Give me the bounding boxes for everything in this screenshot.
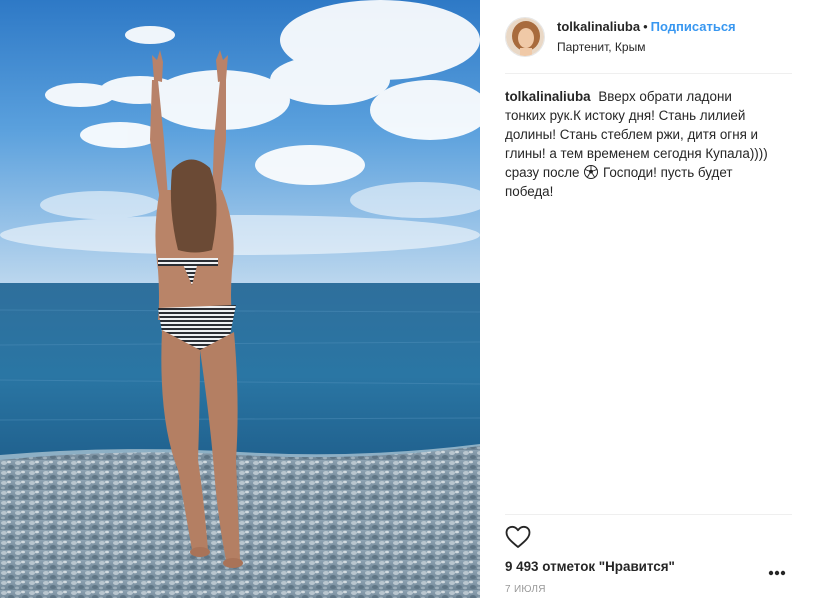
post-date[interactable]: 7 июля	[505, 584, 546, 595]
header-line: tolkalinaliuba • Подписаться	[557, 18, 736, 36]
more-options-icon[interactable]	[768, 570, 786, 576]
post-photo[interactable]	[0, 0, 480, 598]
location-link[interactable]: Партенит, Крым	[557, 39, 736, 55]
beach-photo-image	[0, 0, 480, 598]
post-caption: tolkalinaliuba Вверх обрати ладони тонки…	[505, 87, 775, 201]
avatar[interactable]	[505, 16, 545, 57]
header-text: tolkalinaliuba • Подписаться Партенит, Кры…	[557, 18, 736, 55]
post-header: tolkalinaliuba • Подписаться Партенит, Кры…	[505, 0, 792, 74]
heart-outline-icon[interactable]	[505, 525, 531, 549]
post-actions: 9 493 отметок "Нравится" 7 июля	[505, 514, 792, 598]
follow-button[interactable]: Подписаться	[651, 19, 736, 34]
caption-username-link[interactable]: tolkalinaliuba	[505, 89, 591, 104]
instagram-post: tolkalinaliuba • Подписаться Партенит, Кры…	[0, 0, 814, 598]
separator-dot: •	[643, 19, 648, 34]
avatar-image	[506, 17, 544, 56]
post-sidebar: tolkalinaliuba • Подписаться Партенит, Кры…	[480, 0, 814, 598]
username-link[interactable]: tolkalinaliuba	[557, 19, 640, 34]
soccer-ball-icon	[584, 165, 599, 179]
likes-count[interactable]: 9 493 отметок "Нравится"	[505, 559, 675, 574]
